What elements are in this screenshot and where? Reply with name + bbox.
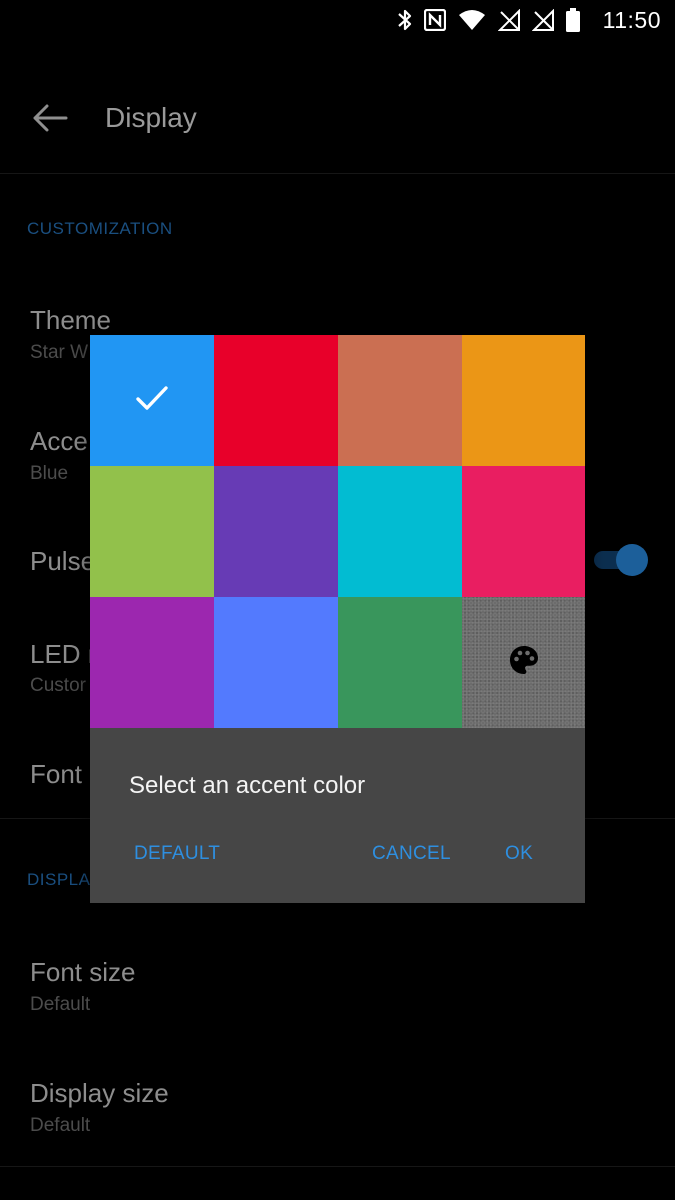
cancel-button[interactable]: CANCEL	[372, 843, 451, 865]
nfc-icon	[424, 9, 446, 31]
battery-icon	[566, 8, 580, 32]
status-time: 11:50	[602, 7, 661, 33]
pref-accent-title[interactable]: Acce	[30, 426, 88, 457]
pref-display-size-summary: Default	[30, 1115, 91, 1136]
status-bar: 11:50	[0, 0, 675, 40]
color-swatch-terracotta[interactable]	[338, 335, 462, 466]
section-header-display: DISPLA	[27, 870, 91, 889]
palette-icon	[508, 644, 540, 681]
pref-theme-title[interactable]: Theme	[30, 305, 111, 336]
wifi-icon	[458, 9, 486, 31]
pref-pulse-title[interactable]: Pulse	[30, 546, 95, 577]
color-swatch-teal[interactable]	[338, 597, 462, 728]
toggle-thumb	[616, 544, 648, 576]
no-sim-icon	[532, 9, 554, 31]
status-icons	[398, 8, 580, 32]
pref-font-size-title[interactable]: Font size	[30, 957, 136, 988]
color-swatch-blue[interactable]	[90, 335, 214, 466]
color-swatch-orange[interactable]	[462, 335, 585, 466]
pref-font-title[interactable]: Font	[30, 759, 82, 790]
accent-color-dialog: Select an accent color DEFAULT CANCEL OK	[90, 335, 585, 903]
pref-display-size-title[interactable]: Display size	[30, 1078, 169, 1109]
default-button[interactable]: DEFAULT	[134, 843, 220, 865]
pref-theme-summary: Star W	[30, 342, 89, 363]
divider	[0, 1166, 675, 1167]
section-header-customization: CUSTOMIZATION	[27, 219, 173, 238]
ok-button[interactable]: OK	[505, 843, 533, 865]
color-swatch-violet[interactable]	[90, 597, 214, 728]
pref-accent-summary: Blue	[30, 463, 69, 484]
pulse-toggle[interactable]	[594, 544, 650, 576]
color-swatch-indigo[interactable]	[214, 597, 338, 728]
divider	[0, 173, 675, 174]
pref-font-size-summary: Default	[30, 994, 91, 1015]
page-title: Display	[105, 102, 197, 133]
arrow-left-icon[interactable]	[30, 98, 70, 138]
app-bar: Display	[0, 78, 675, 158]
dialog-title: Select an accent color	[129, 772, 366, 799]
no-sim-icon	[498, 9, 520, 31]
color-swatch-green[interactable]	[90, 466, 214, 597]
check-icon	[135, 384, 169, 417]
color-swatch-cyan[interactable]	[338, 466, 462, 597]
pref-led-summary: Custor	[30, 675, 86, 696]
color-swatch-purple[interactable]	[214, 466, 338, 597]
swatch-grid	[90, 335, 585, 728]
color-swatch-red[interactable]	[214, 335, 338, 466]
custom-color-swatch[interactable]	[462, 597, 585, 728]
bluetooth-icon	[398, 8, 412, 32]
color-swatch-pink[interactable]	[462, 466, 585, 597]
